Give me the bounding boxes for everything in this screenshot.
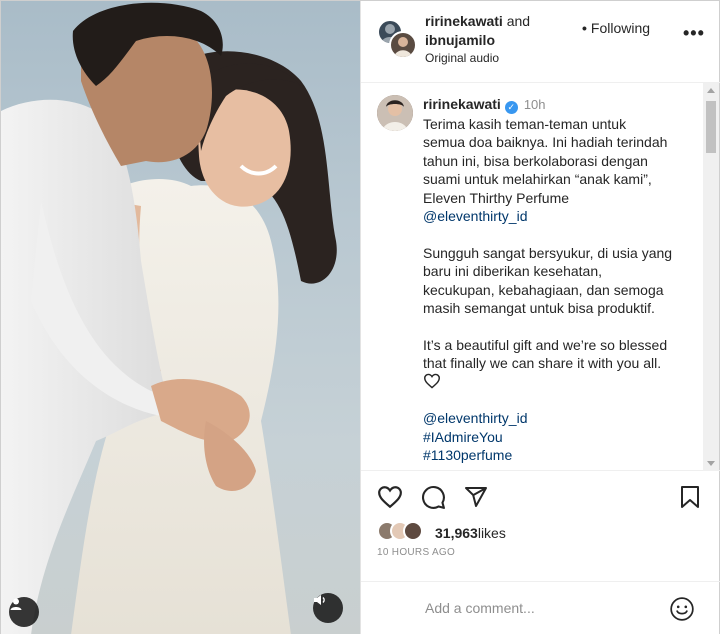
comment-input[interactable] <box>425 600 645 616</box>
username-link[interactable]: ibnujamilo <box>425 32 495 48</box>
comment-icon <box>422 486 445 509</box>
username-link[interactable]: ririnekawati <box>423 96 501 112</box>
caption-area: ririnekawati ✓ 10h Terima kasih teman-tema… <box>361 83 720 471</box>
caption-paragraph: Terima kasih teman-teman untuk semua doa… <box>423 115 703 225</box>
emoji-button[interactable] <box>669 596 695 627</box>
audio-toggle-button[interactable] <box>313 593 343 623</box>
speaker-icon <box>314 595 325 605</box>
post-timestamp[interactable]: 10 HOURS AGO <box>377 547 455 558</box>
audio-link[interactable]: Original audio <box>425 51 499 65</box>
heart-icon <box>378 486 402 509</box>
collab-avatars[interactable] <box>377 19 417 59</box>
heart-outline-icon <box>423 373 441 389</box>
following-button[interactable]: • Following <box>582 20 650 36</box>
and-text: and <box>502 13 531 29</box>
caption-header: ririnekawati ✓ 10h <box>423 96 546 114</box>
likes-count[interactable]: 31,963likes <box>435 525 506 541</box>
avatar <box>403 521 423 541</box>
caption-line: that finally we can share it with you al… <box>423 355 662 372</box>
avatar <box>389 31 417 59</box>
emoji-icon <box>670 597 694 621</box>
caption-line: masih semangat untuk bisa produktif. <box>423 300 655 317</box>
separator-dot: • <box>582 20 587 36</box>
likes-number: 31,963 <box>435 525 478 541</box>
post-time[interactable]: 10h <box>524 97 546 112</box>
comment-button[interactable] <box>421 485 446 515</box>
scroll-down-arrow-icon[interactable] <box>707 461 715 466</box>
caption-line: suami untuk melahirkan “anak kami”, <box>423 171 652 188</box>
avatar-image <box>394 37 412 57</box>
instagram-post: ririnekawati and ibnujamilo Original aud… <box>0 0 720 634</box>
caption-line: kecukupan, kebahagiaan, dan semoga <box>423 281 664 298</box>
send-icon <box>465 487 487 507</box>
post-photo <box>1 2 337 634</box>
more-options-icon[interactable]: ••• <box>683 23 705 44</box>
post-header: ririnekawati and ibnujamilo Original aud… <box>361 1 720 83</box>
caption-line: tahun ini, bisa berkolaborasi dengan <box>423 152 648 169</box>
likes-suffix: likes <box>477 525 506 541</box>
scrollbar-thumb[interactable] <box>706 101 716 153</box>
caption-scrollbar[interactable] <box>703 83 719 471</box>
save-button[interactable] <box>679 485 701 514</box>
following-label: Following <box>590 20 651 36</box>
scroll-up-arrow-icon[interactable] <box>707 88 715 93</box>
caption-paragraph: Sungguh sangat bersyukur, di usia yang b… <box>423 244 703 318</box>
caption-line: It’s a beautiful gift and we’re so bless… <box>423 336 668 353</box>
tagged-people-button[interactable] <box>9 597 39 627</box>
bookmark-icon <box>681 486 699 508</box>
caption-line: Sungguh sangat bersyukur, di usia yang <box>423 244 673 261</box>
avatar[interactable] <box>377 95 413 131</box>
caption-line: Terima kasih teman-teman untuk <box>423 116 627 132</box>
verified-badge-icon: ✓ <box>504 101 518 114</box>
share-button[interactable] <box>464 485 488 514</box>
post-media[interactable] <box>1 1 360 634</box>
like-button[interactable] <box>377 485 403 514</box>
action-bar <box>361 471 720 517</box>
mention-link[interactable]: @eleventhirty_id <box>423 207 703 225</box>
hashtag-link[interactable]: #1130perfume <box>423 446 703 464</box>
caption-line: baru ini diberikan kesehatan, <box>423 263 603 280</box>
caption-line: semua doa baiknya. Ini hadiah terindah <box>423 134 668 151</box>
username-link[interactable]: ririnekawati <box>425 13 503 29</box>
caption-line: Eleven Thirthy Perfume <box>423 189 570 206</box>
user-icon <box>10 598 22 610</box>
like-comment-icon[interactable] <box>423 373 703 393</box>
hashtag-link[interactable]: #IAdmireYou <box>423 428 703 446</box>
post-side-panel: ririnekawati and ibnujamilo Original aud… <box>360 1 720 634</box>
caption-paragraph: It’s a beautiful gift and we’re so bless… <box>423 336 703 373</box>
avatar-image <box>377 95 413 131</box>
caption-text: Terima kasih teman-teman untuk semua doa… <box>423 115 703 465</box>
collab-usernames: ririnekawati and ibnujamilo <box>425 12 555 50</box>
mention-link[interactable]: @eleventhirty_id <box>423 409 703 427</box>
comment-bar <box>361 581 720 634</box>
